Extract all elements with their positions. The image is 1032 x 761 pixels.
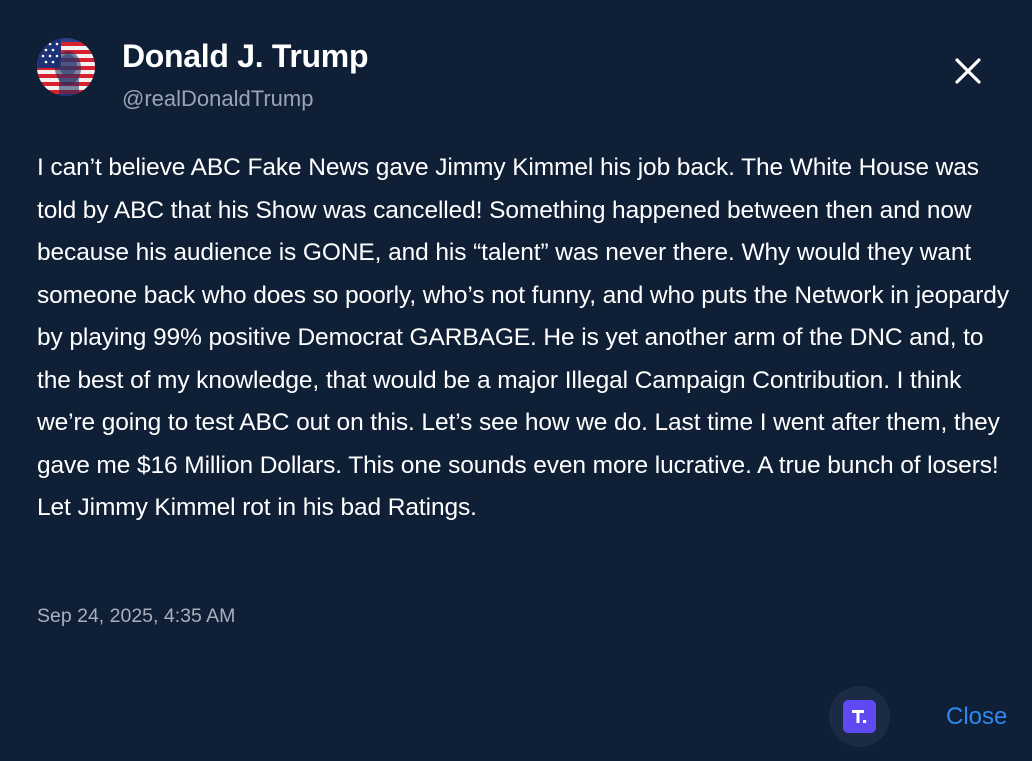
truth-social-logo-icon [843, 700, 876, 733]
post-body: I can’t believe ABC Fake News gave Jimmy… [37, 154, 1009, 521]
author-identity: Donald J. Trump @realDonaldTrump [122, 38, 369, 112]
flag-portrait-icon [37, 38, 95, 96]
truth-social-button[interactable] [829, 686, 890, 747]
close-icon[interactable] [952, 55, 984, 87]
post-header: Donald J. Trump @realDonaldTrump [37, 38, 369, 112]
avatar[interactable] [37, 38, 95, 96]
post-timestamp: Sep 24, 2025, 4:35 AM [37, 605, 236, 627]
close-button[interactable]: Close [946, 702, 1007, 732]
user-handle[interactable]: @realDonaldTrump [122, 86, 368, 112]
display-name[interactable]: Donald J. Trump [122, 38, 369, 74]
post-dialog: Donald J. Trump @realDonaldTrump I can’t… [0, 0, 1032, 761]
